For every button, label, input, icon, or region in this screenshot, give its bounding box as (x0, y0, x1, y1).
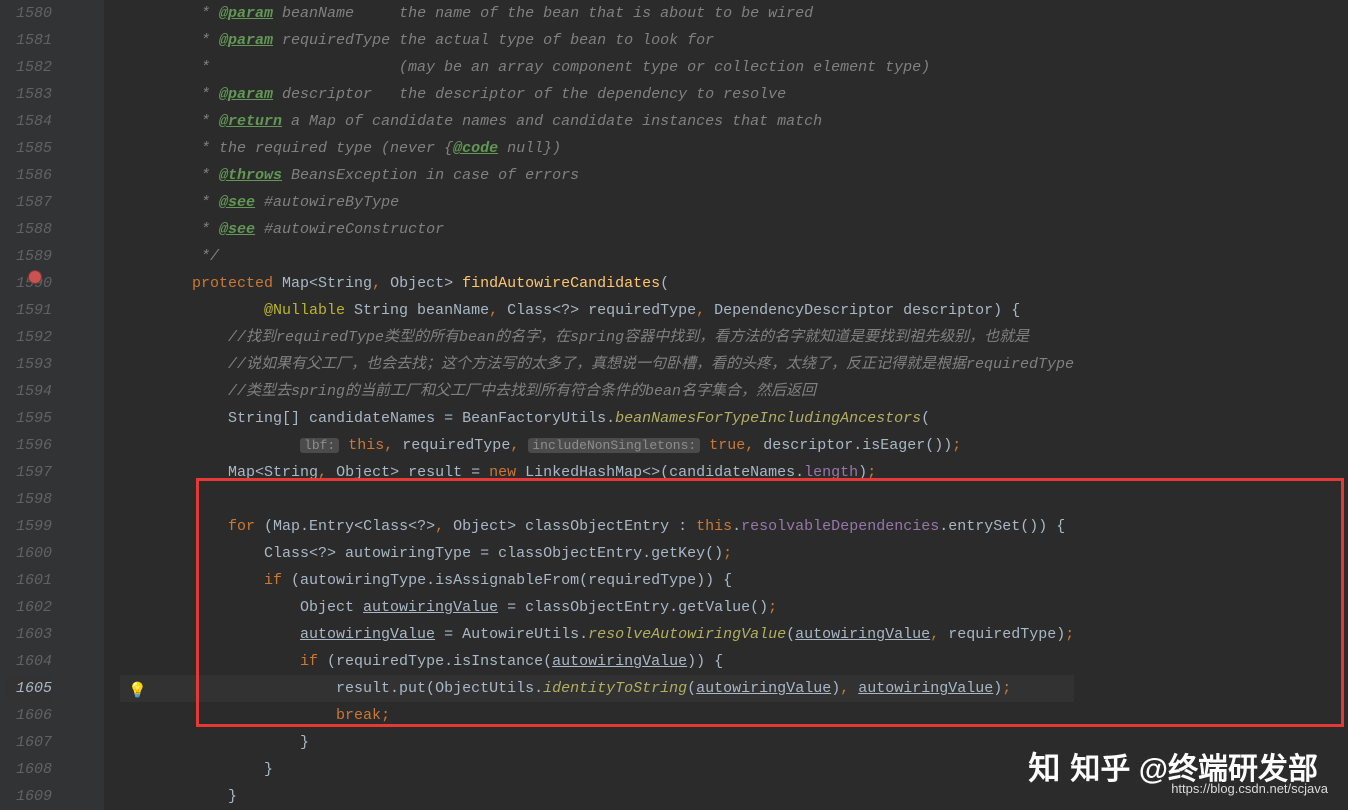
code-line[interactable]: //类型去spring的当前工厂和父工厂中去找到所有符合条件的bean名字集合，… (120, 378, 1074, 405)
code-line[interactable]: lbf: this, requiredType, includeNonSingl… (120, 432, 1074, 459)
code-line[interactable]: if (autowiringType.isAssignableFrom(requ… (120, 567, 1074, 594)
line-number: 1599 (6, 513, 52, 540)
line-number: 1582 (6, 54, 52, 81)
code-line[interactable]: * @return a Map of candidate names and c… (120, 108, 1074, 135)
code-line[interactable]: String[] candidateNames = BeanFactoryUti… (120, 405, 1074, 432)
line-number: 1603 (6, 621, 52, 648)
source-url-label: https://blog.csdn.net/scjava (1171, 775, 1328, 802)
code-line[interactable]: */ (120, 243, 1074, 270)
code-line[interactable]: //说如果有父工厂，也会去找；这个方法写的太多了，真想说一句卧槽，看的头疼，太绕… (120, 351, 1074, 378)
line-number: 1602 (6, 594, 52, 621)
line-number: 1609 (6, 783, 52, 810)
code-line[interactable]: * @param requiredType the actual type of… (120, 27, 1074, 54)
line-number: 1584 (6, 108, 52, 135)
code-line[interactable]: Map<String, Object> result = new LinkedH… (120, 459, 1074, 486)
line-number: 1589 (6, 243, 52, 270)
code-line[interactable]: break; (120, 702, 1074, 729)
line-number: 1591 (6, 297, 52, 324)
code-line[interactable]: result.put(ObjectUtils.identityToString(… (120, 675, 1074, 702)
zhihu-icon: 知 (1028, 755, 1060, 784)
line-number: 1593 (6, 351, 52, 378)
code-content[interactable]: * @param beanName the name of the bean t… (104, 0, 1074, 810)
code-line[interactable]: * @throws BeansException in case of erro… (120, 162, 1074, 189)
line-number: 1601 (6, 567, 52, 594)
line-number: 1587 (6, 189, 52, 216)
code-line[interactable]: * (may be an array component type or col… (120, 54, 1074, 81)
code-line[interactable]: * @param descriptor the descriptor of th… (120, 81, 1074, 108)
line-number: 1598 (6, 486, 52, 513)
code-editor[interactable]: 1580158115821583158415851586158715881589… (0, 0, 1348, 810)
line-number: 1594 (6, 378, 52, 405)
code-line[interactable]: Class<?> autowiringType = classObjectEnt… (120, 540, 1074, 567)
line-number: 1608 (6, 756, 52, 783)
line-number: 1595 (6, 405, 52, 432)
line-number: 1583 (6, 81, 52, 108)
gutter-icon-area (60, 0, 104, 810)
line-number: 1600 (6, 540, 52, 567)
line-number: 1607 (6, 729, 52, 756)
line-number: 1586 (6, 162, 52, 189)
line-number: 1588 (6, 216, 52, 243)
line-number: 1580 (6, 0, 52, 27)
line-number: 1596 (6, 432, 52, 459)
code-line[interactable] (120, 486, 1074, 513)
code-line[interactable]: Object autowiringValue = classObjectEntr… (120, 594, 1074, 621)
code-line[interactable]: if (requiredType.isInstance(autowiringVa… (120, 648, 1074, 675)
code-line[interactable]: * @param beanName the name of the bean t… (120, 0, 1074, 27)
breakpoint-icon[interactable] (28, 270, 42, 284)
line-number: 1597 (6, 459, 52, 486)
code-line[interactable]: autowiringValue = AutowireUtils.resolveA… (120, 621, 1074, 648)
code-line[interactable]: protected Map<String, Object> findAutowi… (120, 270, 1074, 297)
code-line[interactable]: } (120, 783, 1074, 810)
line-number: 1605 (6, 675, 52, 702)
code-line[interactable]: @Nullable String beanName, Class<?> requ… (120, 297, 1074, 324)
code-line[interactable]: } (120, 729, 1074, 756)
line-number: 1592 (6, 324, 52, 351)
code-line[interactable]: for (Map.Entry<Class<?>, Object> classOb… (120, 513, 1074, 540)
line-number: 1585 (6, 135, 52, 162)
code-line[interactable]: * the required type (never {@code null}) (120, 135, 1074, 162)
code-line[interactable]: * @see #autowireConstructor (120, 216, 1074, 243)
line-number: 1604 (6, 648, 52, 675)
code-line[interactable]: //找到requiredType类型的所有bean的名字，在spring容器中找… (120, 324, 1074, 351)
code-line[interactable]: } (120, 756, 1074, 783)
intention-bulb-icon[interactable]: 💡 (128, 678, 147, 705)
line-number-gutter: 1580158115821583158415851586158715881589… (0, 0, 60, 810)
line-number: 1606 (6, 702, 52, 729)
code-line[interactable]: * @see #autowireByType (120, 189, 1074, 216)
line-number: 1581 (6, 27, 52, 54)
